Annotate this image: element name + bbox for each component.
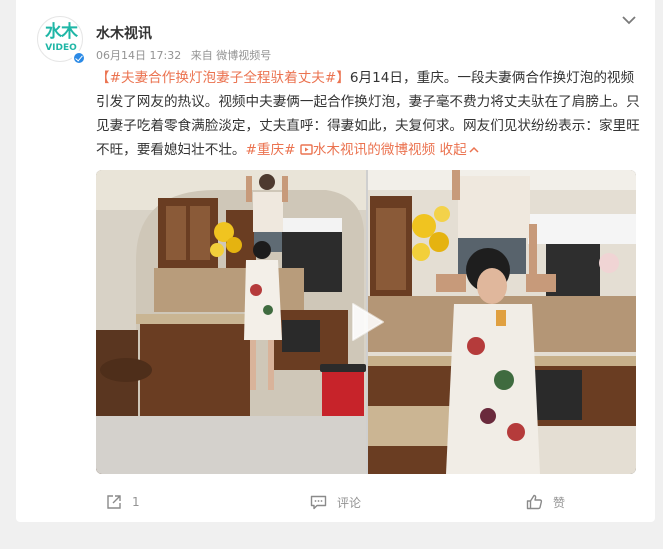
weibo-post-card: 水木 VIDEO 水木视讯 06月14日 17:32 来自 微博视频号 【#夫妻…: [16, 0, 655, 522]
post-body: 【#夫妻合作换灯泡妻子全程驮着丈夫#】6月14日，重庆。一段夫妻俩合作换灯泡的视…: [96, 66, 644, 162]
collapse-link[interactable]: 收起: [440, 142, 479, 158]
video-player[interactable]: [96, 170, 636, 474]
avatar-logo-text: 水木: [45, 22, 78, 42]
author-name[interactable]: 水木视讯: [96, 23, 152, 43]
more-menu-button[interactable]: [621, 12, 637, 26]
avatar[interactable]: 水木 VIDEO: [37, 16, 86, 65]
action-bar: 1 评论 赞: [16, 487, 655, 517]
comment-label: 评论: [337, 495, 362, 510]
like-label: 赞: [553, 495, 566, 510]
like-icon: [526, 494, 543, 510]
video-source-link[interactable]: 水木视讯的微博视频: [300, 142, 435, 158]
share-count: 1: [132, 495, 140, 509]
share-button[interactable]: 1: [106, 487, 140, 517]
like-button[interactable]: 赞: [526, 487, 565, 517]
play-icon[interactable]: [349, 302, 385, 342]
topic-tag-link[interactable]: 【#夫妻合作换灯泡妻子全程驮着丈夫#】: [96, 70, 350, 86]
chevron-up-icon: [469, 146, 479, 153]
post-source[interactable]: 来自 微博视频号: [191, 49, 272, 62]
collapse-label: 收起: [439, 142, 467, 158]
post-meta: 06月14日 17:32 来自 微博视频号: [96, 47, 277, 63]
chevron-down-icon: [622, 16, 636, 25]
share-icon: [107, 495, 121, 509]
post-date[interactable]: 06月14日 17:32: [96, 49, 181, 62]
link-video-icon: [300, 144, 313, 155]
comment-icon: [310, 495, 327, 509]
location-tag-link[interactable]: #重庆#: [246, 142, 296, 158]
verified-badge-icon: [72, 51, 86, 65]
comment-button[interactable]: 评论: [310, 487, 361, 517]
video-source-label: 水木视讯的微博视频: [312, 142, 436, 158]
